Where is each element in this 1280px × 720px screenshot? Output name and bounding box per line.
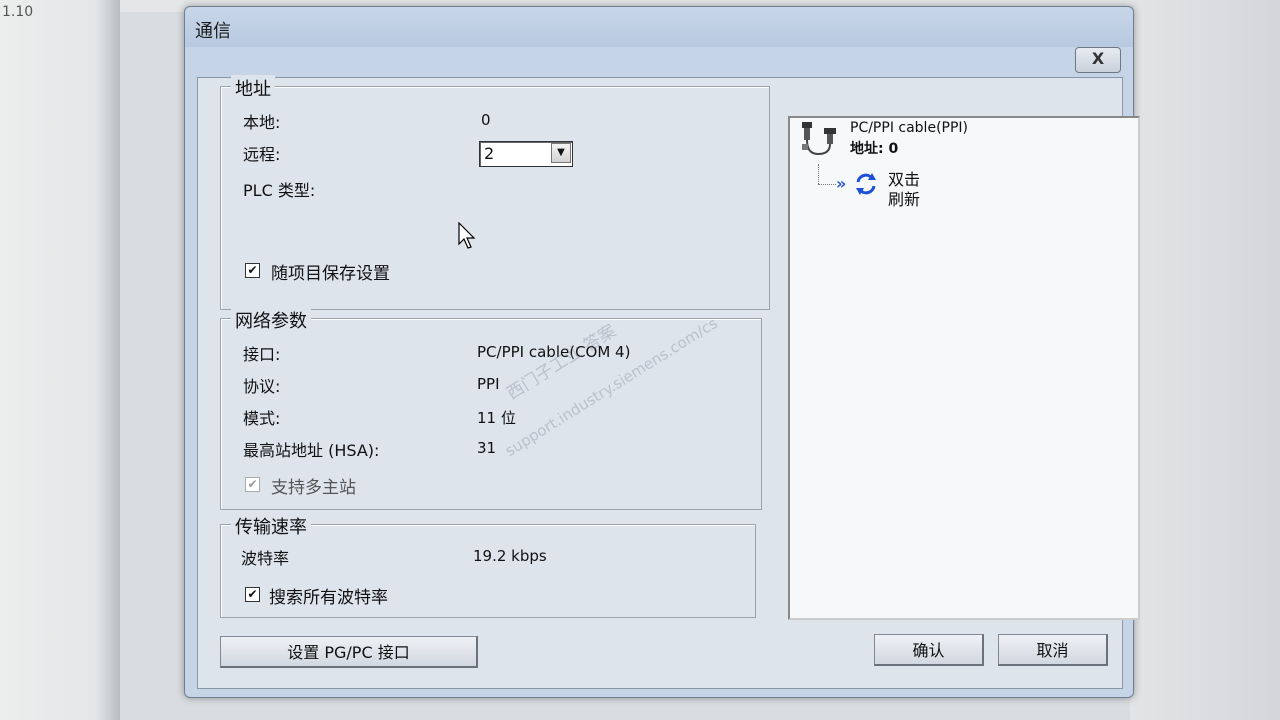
multi-master-label: 支持多主站 (271, 478, 356, 498)
multi-master-checkbox[interactable]: ✔ (245, 477, 260, 492)
tree-connector-vertical (818, 164, 819, 184)
version-text: 1.10 (2, 4, 34, 20)
hsa-value: 31 (477, 439, 497, 457)
hsa-label: 最高站地址 (HSA): (243, 441, 380, 460)
refresh-line2[interactable]: 刷新 (888, 186, 920, 210)
close-icon: X (1091, 49, 1105, 68)
remote-address-value: 2 (484, 144, 495, 163)
protocol-value: PPI (477, 375, 500, 393)
mode-value: 11 位 (477, 409, 516, 427)
refresh-icon[interactable] (852, 170, 880, 198)
search-all-baud-checkbox[interactable]: ✔ (245, 587, 260, 602)
background-left-window: 1.10 (0, 0, 120, 720)
cable-address-label: 地址: 0 (850, 141, 899, 157)
setup-pgpc-interface-button[interactable]: 设置 PG/PC 接口 (220, 636, 478, 668)
communication-tree-panel[interactable]: PC/PPI cable(PPI) 地址: 0 » 双击 刷新 (788, 116, 1140, 620)
dialog-client-area: 地址 本地: 0 远程: 2 ▼ PLC 类型: ✔ 随项目保存设置 网络参数 … (197, 75, 1140, 689)
search-all-baud-label: 搜索所有波特率 (269, 588, 388, 608)
mode-label: 模式: (243, 409, 281, 428)
transmission-group-label: 传输速率 (231, 513, 311, 539)
plc-type-label: PLC 类型: (243, 181, 316, 200)
baud-rate-value: 19.2 kbps (473, 547, 547, 565)
protocol-label: 协议: (243, 377, 281, 396)
background-right (1130, 0, 1280, 720)
pc-ppi-cable-icon[interactable] (798, 120, 842, 164)
transmission-rate-group: 传输速率 波特率 19.2 kbps ✔ 搜索所有波特率 (220, 513, 756, 618)
remote-address-select[interactable]: 2 ▼ (479, 141, 573, 167)
local-label: 本地: (243, 113, 281, 132)
communication-dialog: 通信 X 地址 本地: 0 远程: 2 ▼ PLC 类型: ✔ 随项目保存设置 … (184, 6, 1140, 698)
baud-rate-label: 波特率 (241, 549, 290, 568)
mouse-cursor-icon (458, 222, 476, 249)
chevron-down-icon[interactable]: ▼ (551, 143, 571, 163)
remote-label: 远程: (243, 145, 281, 164)
interface-label: 接口: (243, 345, 281, 364)
network-group-label: 网络参数 (231, 307, 311, 333)
address-group: 地址 本地: 0 远程: 2 ▼ PLC 类型: ✔ 随项目保存设置 (220, 75, 770, 310)
address-group-label: 地址 (231, 75, 275, 101)
cable-label[interactable]: PC/PPI cable(PPI) (850, 120, 968, 136)
save-settings-checkbox[interactable]: ✔ (245, 263, 260, 278)
cancel-button[interactable]: 取消 (998, 634, 1108, 666)
double-arrow-icon: » (836, 174, 847, 193)
save-settings-label: 随项目保存设置 (271, 264, 390, 284)
close-button[interactable]: X (1075, 47, 1121, 73)
ok-button[interactable]: 确认 (874, 634, 984, 666)
dialog-title: 通信 (195, 21, 231, 42)
dialog-titlebar[interactable]: 通信 (185, 7, 1133, 47)
tree-connector-horizontal (818, 184, 836, 185)
local-value: 0 (481, 111, 491, 129)
